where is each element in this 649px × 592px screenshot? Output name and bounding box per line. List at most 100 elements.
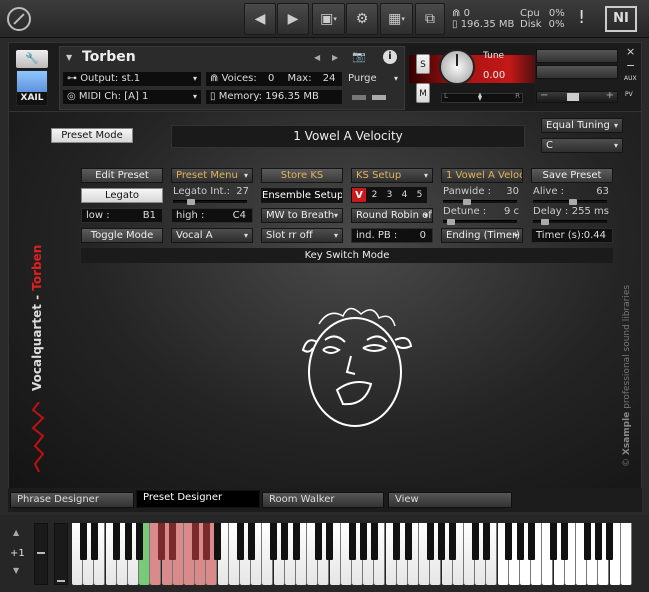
black-key[interactable] bbox=[79, 523, 87, 560]
settings-button[interactable]: ⚙ bbox=[346, 3, 378, 35]
tune-value[interactable]: 0.00 bbox=[483, 70, 505, 81]
mod-wheel[interactable] bbox=[54, 523, 68, 585]
save-menu-button[interactable]: ▣ ▾ bbox=[312, 3, 345, 35]
black-key[interactable] bbox=[348, 523, 356, 560]
black-key[interactable] bbox=[158, 523, 166, 560]
pitch-wheel[interactable] bbox=[34, 523, 48, 585]
purge-dropdown[interactable]: Purge ▾ bbox=[348, 71, 400, 87]
ks-slot-3[interactable]: 3 bbox=[382, 187, 397, 203]
black-key[interactable] bbox=[583, 523, 591, 560]
black-key[interactable] bbox=[292, 523, 300, 560]
delay-slider[interactable] bbox=[533, 219, 607, 225]
timer-field[interactable]: Timer (s): 0.44 bbox=[531, 228, 613, 243]
pv-button[interactable]: PV bbox=[625, 91, 633, 98]
save-preset-button[interactable]: Save Preset bbox=[531, 168, 613, 183]
black-key[interactable] bbox=[516, 523, 524, 560]
octave-down-icon[interactable]: ▼ bbox=[13, 566, 19, 575]
slot-rr-dropdown[interactable]: Slot rr off ▾ bbox=[261, 228, 343, 243]
panwide-handle[interactable] bbox=[463, 199, 471, 205]
ks-slot-5[interactable]: 5 bbox=[412, 187, 427, 203]
instrument-next-icon[interactable]: ▶ bbox=[332, 53, 338, 62]
ks-slot-4[interactable]: 4 bbox=[397, 187, 412, 203]
piano-keyboard[interactable] bbox=[72, 515, 642, 592]
panwide-control[interactable]: Panwide : 30 bbox=[441, 186, 523, 205]
black-key[interactable] bbox=[202, 523, 210, 560]
low-range-field[interactable]: low : B1 bbox=[81, 208, 163, 223]
next-instrument-button[interactable]: ▶ bbox=[277, 3, 309, 35]
black-key[interactable] bbox=[426, 523, 434, 560]
black-key[interactable] bbox=[247, 523, 255, 560]
alive-slider[interactable] bbox=[533, 199, 607, 205]
info-icon[interactable]: i bbox=[383, 50, 397, 64]
instrument-name[interactable]: Torben bbox=[82, 49, 136, 65]
ending-dropdown[interactable]: Ending (Timer) ▾ bbox=[441, 228, 523, 243]
black-key[interactable] bbox=[561, 523, 569, 560]
legato-button[interactable]: Legato bbox=[81, 188, 163, 203]
tab-preset-designer[interactable]: Preset Designer bbox=[136, 490, 260, 508]
black-key[interactable] bbox=[191, 523, 199, 560]
close-instrument-icon[interactable]: × bbox=[626, 45, 635, 58]
tab-view[interactable]: View bbox=[388, 492, 512, 508]
toggle-mode-button[interactable]: Toggle Mode bbox=[81, 228, 163, 243]
round-robin-dropdown[interactable]: Round Robin off ▾ bbox=[351, 208, 433, 223]
detune-slider[interactable] bbox=[443, 219, 517, 225]
collapse-icon[interactable]: ▼ bbox=[66, 53, 72, 62]
detune-handle[interactable] bbox=[447, 219, 455, 225]
black-key[interactable] bbox=[527, 523, 535, 560]
black-key[interactable] bbox=[606, 523, 614, 560]
ensemble-setup-button[interactable]: Ensemble Setup bbox=[261, 188, 343, 203]
delay-handle[interactable] bbox=[541, 219, 549, 225]
prev-instrument-button[interactable]: ◀ bbox=[244, 3, 276, 35]
black-key[interactable] bbox=[359, 523, 367, 560]
aux-button[interactable]: AUX bbox=[624, 75, 637, 82]
midi-channel-field[interactable]: ◎ MIDI Ch: [A] 1 ▾ bbox=[62, 89, 202, 105]
black-key[interactable] bbox=[393, 523, 401, 560]
black-key[interactable] bbox=[135, 523, 143, 560]
alive-control[interactable]: Alive : 63 bbox=[531, 186, 613, 205]
white-key[interactable] bbox=[620, 523, 632, 585]
max-voices-value[interactable]: 24 bbox=[323, 73, 336, 84]
black-key[interactable] bbox=[594, 523, 602, 560]
black-key[interactable] bbox=[90, 523, 98, 560]
high-range-field[interactable]: high : C4 bbox=[171, 208, 253, 223]
black-key[interactable] bbox=[482, 523, 490, 560]
black-key[interactable] bbox=[550, 523, 558, 560]
wrench-button[interactable]: 🔧 bbox=[16, 50, 48, 68]
legato-intensity-slider[interactable] bbox=[173, 199, 247, 205]
black-key[interactable] bbox=[281, 523, 289, 560]
resize-button[interactable]: ⧉ bbox=[415, 3, 445, 35]
black-key[interactable] bbox=[124, 523, 132, 560]
pan-slider[interactable]: L ⧫ R bbox=[441, 92, 523, 103]
octave-up-icon[interactable]: ▲ bbox=[13, 528, 19, 537]
solo-button[interactable]: S bbox=[416, 54, 430, 74]
legato-intensity-handle[interactable] bbox=[187, 199, 195, 205]
black-key[interactable] bbox=[438, 523, 446, 560]
black-key[interactable] bbox=[404, 523, 412, 560]
panwide-slider[interactable] bbox=[443, 199, 517, 205]
black-key[interactable] bbox=[214, 523, 222, 560]
ks-setup-dropdown[interactable]: KS Setup ▾ bbox=[351, 168, 433, 183]
ks-slot-v[interactable]: V bbox=[351, 187, 367, 203]
snapshot-camera-icon[interactable]: 📷 bbox=[352, 50, 366, 63]
preset-menu-dropdown[interactable]: Preset Menu ▾ bbox=[171, 168, 253, 183]
black-key[interactable] bbox=[169, 523, 177, 560]
delay-control[interactable]: Delay : 255 ms bbox=[531, 206, 613, 225]
tab-phrase-designer[interactable]: Phrase Designer bbox=[10, 492, 134, 508]
ks-slot-2[interactable]: 2 bbox=[367, 187, 382, 203]
black-key[interactable] bbox=[314, 523, 322, 560]
black-key[interactable] bbox=[113, 523, 121, 560]
detune-control[interactable]: Detune : 9 c bbox=[441, 206, 523, 225]
view-layout-button[interactable]: ▦ ▾ bbox=[380, 3, 413, 35]
tab-room-walker[interactable]: Room Walker bbox=[262, 492, 384, 508]
key-dropdown[interactable]: C ▾ bbox=[541, 138, 623, 153]
volume-handle[interactable] bbox=[567, 93, 579, 101]
black-key[interactable] bbox=[449, 523, 457, 560]
black-key[interactable] bbox=[505, 523, 513, 560]
alert-indicator[interactable]: ! bbox=[578, 7, 585, 28]
edit-preset-button[interactable]: Edit Preset bbox=[81, 168, 163, 183]
instrument-prev-icon[interactable]: ◀ bbox=[314, 53, 320, 62]
mute-button[interactable]: M bbox=[416, 83, 430, 103]
black-key[interactable] bbox=[236, 523, 244, 560]
ind-pb-field[interactable]: ind. PB :0 bbox=[351, 228, 433, 243]
tuning-dropdown[interactable]: Equal Tuning ▾ bbox=[541, 118, 623, 133]
